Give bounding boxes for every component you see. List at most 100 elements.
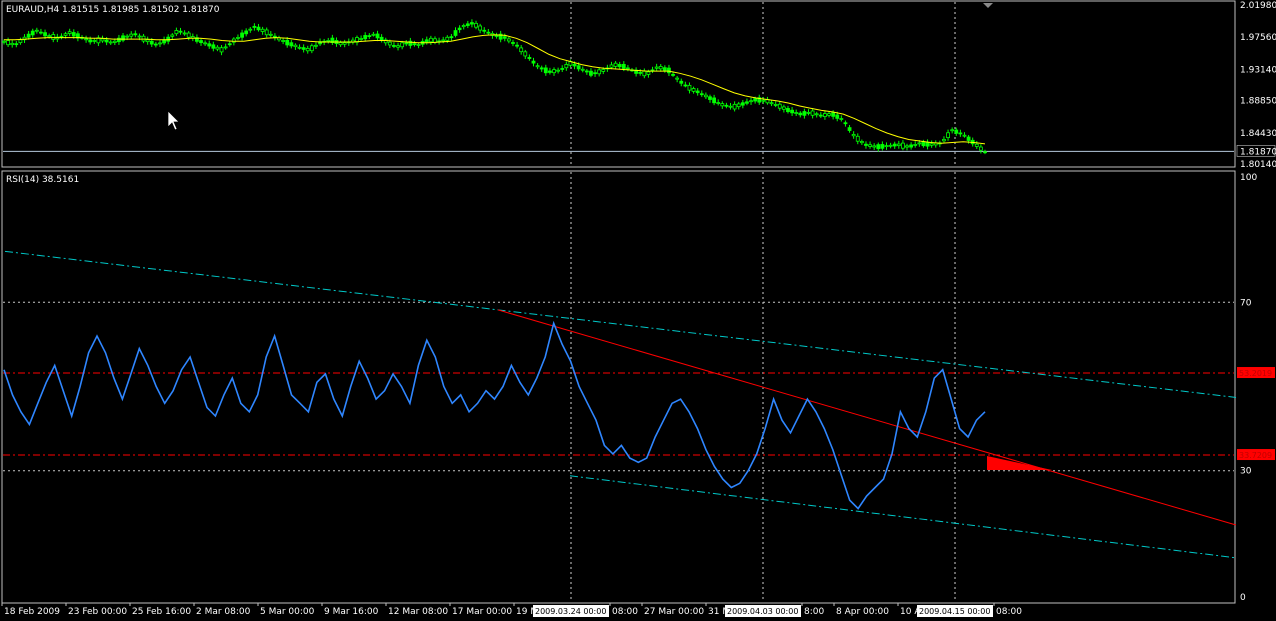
candle-body bbox=[14, 43, 19, 46]
rsi-pane bbox=[1, 170, 1236, 604]
candle-body bbox=[625, 67, 630, 70]
candle-body bbox=[671, 74, 675, 76]
candle-body bbox=[125, 35, 130, 38]
candle-body bbox=[387, 41, 392, 46]
rsi-pane-title: RSI(14) 38.5161 bbox=[6, 175, 79, 185]
candle-body bbox=[67, 31, 72, 34]
candle-body bbox=[552, 69, 556, 74]
candle-body bbox=[2, 40, 6, 43]
candle-body bbox=[617, 64, 622, 68]
candle-body bbox=[252, 25, 257, 28]
chart-shift-marker-icon[interactable] bbox=[983, 3, 993, 8]
candle-body bbox=[199, 40, 203, 44]
candle-body bbox=[133, 33, 138, 36]
candle-body bbox=[974, 143, 979, 147]
candle-body bbox=[207, 43, 212, 47]
candle-body bbox=[392, 45, 396, 47]
candle-body bbox=[309, 45, 314, 52]
candle-body bbox=[515, 44, 519, 47]
candle-body bbox=[708, 96, 712, 100]
candle-body bbox=[675, 77, 680, 80]
candle-body bbox=[88, 39, 93, 43]
channel-upper-line bbox=[4, 250, 1237, 398]
candle-body bbox=[847, 127, 852, 131]
candle-body bbox=[983, 151, 987, 154]
candle-body bbox=[18, 39, 23, 44]
candle-body bbox=[506, 38, 511, 42]
candle-body bbox=[153, 43, 158, 46]
candle-body bbox=[724, 104, 729, 107]
candle-body bbox=[297, 46, 302, 49]
candle-body bbox=[720, 103, 725, 107]
candle-body bbox=[888, 144, 893, 147]
candle-body bbox=[482, 29, 487, 32]
candle-body bbox=[104, 39, 109, 43]
candle-body bbox=[367, 35, 372, 38]
candle-body bbox=[289, 42, 294, 47]
candle-body bbox=[769, 102, 774, 105]
candle-body bbox=[687, 84, 692, 91]
candle-body bbox=[925, 141, 930, 147]
candle-body bbox=[182, 32, 187, 35]
candle-body bbox=[753, 98, 758, 102]
candle-body bbox=[773, 104, 778, 106]
candle-body bbox=[457, 27, 462, 31]
rsi-axis-tick-label: 30 bbox=[1240, 467, 1252, 477]
candle-body bbox=[864, 143, 868, 146]
price-pane bbox=[1, 0, 1236, 168]
candle-body bbox=[564, 64, 569, 69]
candle-body bbox=[10, 42, 15, 46]
candle-body bbox=[424, 39, 429, 43]
time-axis-tick-label: 23 Feb 00:00 bbox=[68, 607, 127, 617]
candle-body bbox=[523, 51, 528, 57]
candle-body bbox=[461, 25, 466, 28]
candle-body bbox=[601, 69, 606, 72]
candle-body bbox=[305, 48, 310, 52]
candle-body bbox=[178, 30, 183, 33]
candle-body bbox=[63, 33, 68, 36]
price-axis-tick-label: 1.88850 bbox=[1240, 97, 1276, 107]
time-axis-tick-label: 08:00 bbox=[996, 607, 1022, 617]
candle-body bbox=[954, 129, 959, 134]
time-axis-tick-label: 18 Feb 2009 bbox=[4, 607, 60, 617]
candle-body bbox=[129, 33, 134, 37]
candle-body bbox=[749, 100, 753, 103]
candle-body bbox=[929, 143, 934, 146]
candle-body bbox=[831, 112, 836, 117]
channel-lower-line bbox=[569, 475, 1237, 559]
candle-body bbox=[683, 84, 688, 87]
candle-body bbox=[71, 32, 76, 37]
candle-body bbox=[511, 42, 515, 44]
candle-body bbox=[268, 33, 273, 36]
candle-body bbox=[84, 38, 88, 41]
candle-body bbox=[868, 144, 872, 147]
time-axis-tick-label: 08:00 bbox=[612, 607, 638, 617]
candle-body bbox=[301, 47, 306, 50]
candle-body bbox=[584, 70, 589, 73]
candle-body bbox=[786, 108, 790, 113]
candle-body bbox=[416, 44, 421, 46]
price-pane-title: EURAUD,H4 1.81515 1.81985 1.81502 1.8187… bbox=[6, 5, 220, 15]
candle-body bbox=[679, 80, 684, 84]
candle-body bbox=[478, 25, 483, 31]
price-axis-tick-label: 1.84430 bbox=[1240, 129, 1276, 139]
candle-body bbox=[34, 29, 39, 32]
candle-body bbox=[449, 36, 454, 39]
candle-body bbox=[597, 69, 602, 75]
candle-body bbox=[223, 46, 228, 49]
candle-body bbox=[108, 41, 113, 44]
candle-body bbox=[978, 146, 983, 151]
candle-body bbox=[51, 34, 56, 40]
candle-body bbox=[244, 30, 249, 35]
candle-body bbox=[839, 118, 844, 120]
candle-body bbox=[859, 141, 864, 144]
candle-body bbox=[609, 64, 614, 68]
candle-body bbox=[646, 71, 651, 75]
time-axis-tick-label: 27 Mar 00:00 bbox=[644, 607, 704, 617]
candle-body bbox=[818, 114, 823, 117]
rsi-trendline bbox=[497, 309, 1237, 526]
candle-body bbox=[474, 22, 478, 28]
candle-body bbox=[802, 111, 807, 116]
candle-body bbox=[901, 142, 905, 149]
candle-body bbox=[736, 103, 741, 108]
